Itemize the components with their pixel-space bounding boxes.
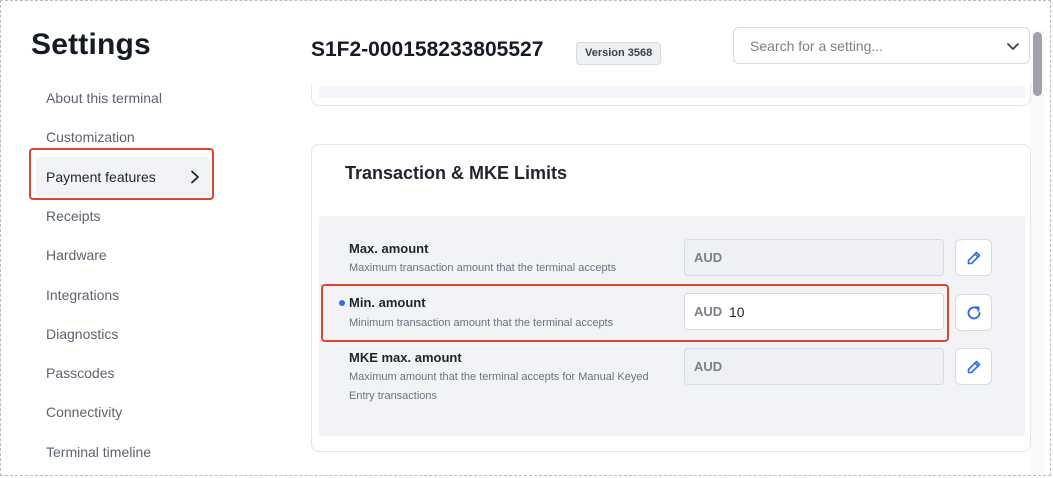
pencil-icon (967, 251, 980, 264)
reset-min-amount-button[interactable] (955, 294, 992, 331)
sidebar-item-terminal-timeline[interactable]: Terminal timeline (46, 444, 151, 460)
highlight-box-min-amount (321, 284, 949, 342)
max-amount-field[interactable]: AUD (684, 239, 944, 276)
sidebar-item-about[interactable]: About this terminal (46, 90, 162, 106)
mke-max-amount-label: MKE max. amount (349, 350, 462, 365)
sidebar-item-integrations[interactable]: Integrations (46, 287, 119, 303)
terminal-serial: S1F2-000158233805527 (311, 38, 544, 61)
edit-max-amount-button[interactable] (955, 239, 992, 276)
sidebar-item-receipts[interactable]: Receipts (46, 208, 100, 224)
sidebar-item-customization[interactable]: Customization (46, 129, 135, 145)
sidebar-item-hardware[interactable]: Hardware (46, 247, 107, 263)
currency-label: AUD (694, 359, 723, 374)
scrollbar-track[interactable] (1030, 30, 1044, 475)
sidebar-item-passcodes[interactable]: Passcodes (46, 365, 114, 381)
chevron-down-icon[interactable] (1005, 38, 1021, 54)
max-amount-description: Maximum transaction amount that the term… (349, 262, 617, 274)
mke-max-amount-description: Maximum amount that the terminal accepts… (349, 371, 649, 402)
max-amount-label: Max. amount (349, 241, 429, 256)
sidebar-item-connectivity[interactable]: Connectivity (46, 404, 122, 420)
sidebar-item-diagnostics[interactable]: Diagnostics (46, 326, 118, 342)
refresh-icon (967, 305, 980, 319)
version-badge: Version 3568 (576, 42, 662, 65)
page-title: Settings (31, 28, 151, 61)
mke-max-amount-field[interactable]: AUD (684, 348, 944, 385)
highlight-box-sidebar (29, 148, 214, 200)
currency-label: AUD (694, 250, 723, 265)
previous-card-panel (319, 86, 1025, 98)
edit-mke-max-amount-button[interactable] (955, 348, 992, 385)
section-title: Transaction & MKE Limits (345, 163, 568, 183)
pencil-icon (967, 360, 980, 373)
scrollbar-thumb[interactable] (1033, 32, 1042, 96)
search-input[interactable] (748, 37, 992, 55)
settings-search[interactable] (733, 27, 1030, 64)
